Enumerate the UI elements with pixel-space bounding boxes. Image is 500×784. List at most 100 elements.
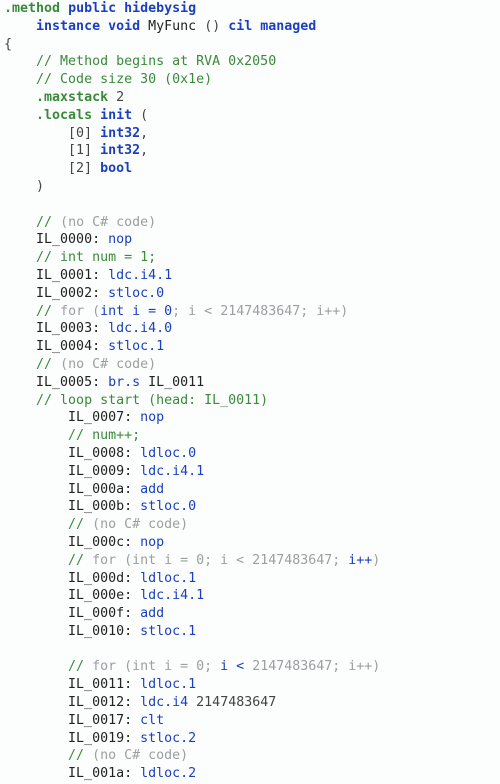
code-line: IL_0004: stloc.1 <box>4 338 496 356</box>
token-lbl: IL_0001: <box>36 268 108 283</box>
code-line: IL_0005: br.s IL_0011 <box>4 374 496 392</box>
code-line: IL_000b: stloc.0 <box>4 498 496 516</box>
token-pn <box>36 197 44 212</box>
token-op: stloc.1 <box>108 339 164 354</box>
code-line: IL_0012: ldc.i4 2147483647 <box>4 694 496 712</box>
token-num: 2147483647 <box>196 695 276 710</box>
token-pn <box>92 108 100 123</box>
token-cm: // Method begins at RVA 0x2050 <box>36 54 276 69</box>
token-op: ldloc.0 <box>140 446 196 461</box>
token-op: ldc.i4.1 <box>140 464 204 479</box>
code-line: IL_0003: ldc.i4.0 <box>4 320 496 338</box>
code-line <box>4 196 496 214</box>
token-pn <box>140 19 148 34</box>
token-op: stloc.1 <box>140 624 196 639</box>
code-line: IL_0008: ldloc.0 <box>4 445 496 463</box>
code-line: ) <box>4 178 496 196</box>
code-line: IL_0009: ldc.i4.1 <box>4 463 496 481</box>
token-op: ldloc.1 <box>140 677 196 692</box>
token-op: ldloc.1 <box>140 571 196 586</box>
token-pn <box>140 375 148 390</box>
code-line: .locals init ( <box>4 107 496 125</box>
token-op: br.s <box>108 375 140 390</box>
token-op: ldc.i4 <box>140 695 188 710</box>
token-kw: instance <box>36 19 100 34</box>
code-line: // (no C# code) <box>4 747 496 765</box>
code-line: IL_0000: nop <box>4 231 496 249</box>
code-line: IL_0007: nop <box>4 409 496 427</box>
token-cm: // int num = 1; <box>36 250 156 265</box>
token-pn: , <box>140 126 148 141</box>
code-line: IL_000c: nop <box>4 534 496 552</box>
token-pn: { <box>4 37 12 52</box>
token-pn: ) <box>36 179 44 194</box>
il-code-block: .method public hidebysig instance void M… <box>0 0 500 783</box>
token-pn <box>188 695 196 710</box>
code-line: IL_0002: stloc.0 <box>4 285 496 303</box>
code-line: // for (int i = 0; i < 2147483647; i++) <box>4 552 496 570</box>
token-op: stloc.0 <box>140 499 196 514</box>
token-cm: // <box>36 215 60 230</box>
code-line: // for (int i = 0; i < 2147483647; i++) <box>4 658 496 676</box>
code-line: // num++; <box>4 427 496 445</box>
token-cmg: 2147483647 <box>252 659 332 674</box>
token-cmb: i++ <box>348 553 372 568</box>
token-lbl: IL_0012: <box>68 695 140 710</box>
token-op: nop <box>108 232 132 247</box>
token-lbl: IL_0010: <box>68 624 140 639</box>
code-line: IL_001a: ldloc.2 <box>4 765 496 783</box>
token-kw: void <box>108 19 140 34</box>
token-fn: MyFunc <box>148 19 196 34</box>
token-dir: .maxstack <box>36 90 108 105</box>
code-line: IL_0001: ldc.i4.1 <box>4 267 496 285</box>
code-line: IL_000d: ldloc.1 <box>4 570 496 588</box>
token-op: ldc.i4.0 <box>108 321 172 336</box>
token-op: stloc.2 <box>140 731 196 746</box>
token-lbl: IL_0002: <box>36 286 108 301</box>
token-cmb: i < <box>220 659 252 674</box>
token-cmb: int i = 0 <box>100 304 172 319</box>
token-op: ldloc.2 <box>140 766 196 781</box>
token-pn: ( <box>132 108 148 123</box>
token-op: stloc.0 <box>108 286 164 301</box>
token-pn <box>100 19 108 34</box>
code-line: [1] int32, <box>4 142 496 160</box>
code-line: // (no C# code) <box>4 356 496 374</box>
code-line: IL_000a: add <box>4 481 496 499</box>
token-pn: , <box>140 143 148 158</box>
token-cm: // num++; <box>68 428 140 443</box>
token-cmg: ) <box>372 553 380 568</box>
token-op: ldc.i4.1 <box>140 588 204 603</box>
token-kw: hidebysig <box>124 1 196 16</box>
token-cmg: ; i++) <box>332 659 380 674</box>
token-kw: int32 <box>100 126 140 141</box>
code-line: // (no C# code) <box>4 214 496 232</box>
token-cmg: (no C# code) <box>92 517 188 532</box>
code-line: [0] int32, <box>4 125 496 143</box>
token-lbl: IL_0008: <box>68 446 140 461</box>
token-lbl: IL_000d: <box>68 571 140 586</box>
token-lbl: IL_0000: <box>36 232 108 247</box>
token-lbl: IL_000c: <box>68 535 140 550</box>
code-line: IL_0019: stloc.2 <box>4 730 496 748</box>
token-cmg: ; i < 2147483647; i++) <box>172 304 348 319</box>
token-pn: [2] <box>68 161 100 176</box>
token-cm: // loop start (head: IL_0011) <box>36 393 268 408</box>
token-lbl: IL_001a: <box>68 766 140 781</box>
code-line: instance void MyFunc () cil managed <box>4 18 496 36</box>
code-line: IL_0011: ldloc.1 <box>4 676 496 694</box>
token-cm: // Code size 30 (0x1e) <box>36 72 212 87</box>
token-kw: init <box>100 108 132 123</box>
token-op: clt <box>140 713 164 728</box>
token-pn <box>116 1 124 16</box>
code-line: // loop start (head: IL_0011) <box>4 392 496 410</box>
token-cmg: for (int i = 0; i < 2147483647; <box>92 553 348 568</box>
token-cmg: (no C# code) <box>60 215 156 230</box>
token-cmg: (no C# code) <box>92 748 188 763</box>
token-lbl: IL_0009: <box>68 464 140 479</box>
token-cm: // <box>68 553 92 568</box>
token-lbl: IL_0019: <box>68 731 140 746</box>
code-line <box>4 641 496 659</box>
token-lbl: IL_0011: <box>68 677 140 692</box>
token-lbl: IL_0017: <box>68 713 140 728</box>
